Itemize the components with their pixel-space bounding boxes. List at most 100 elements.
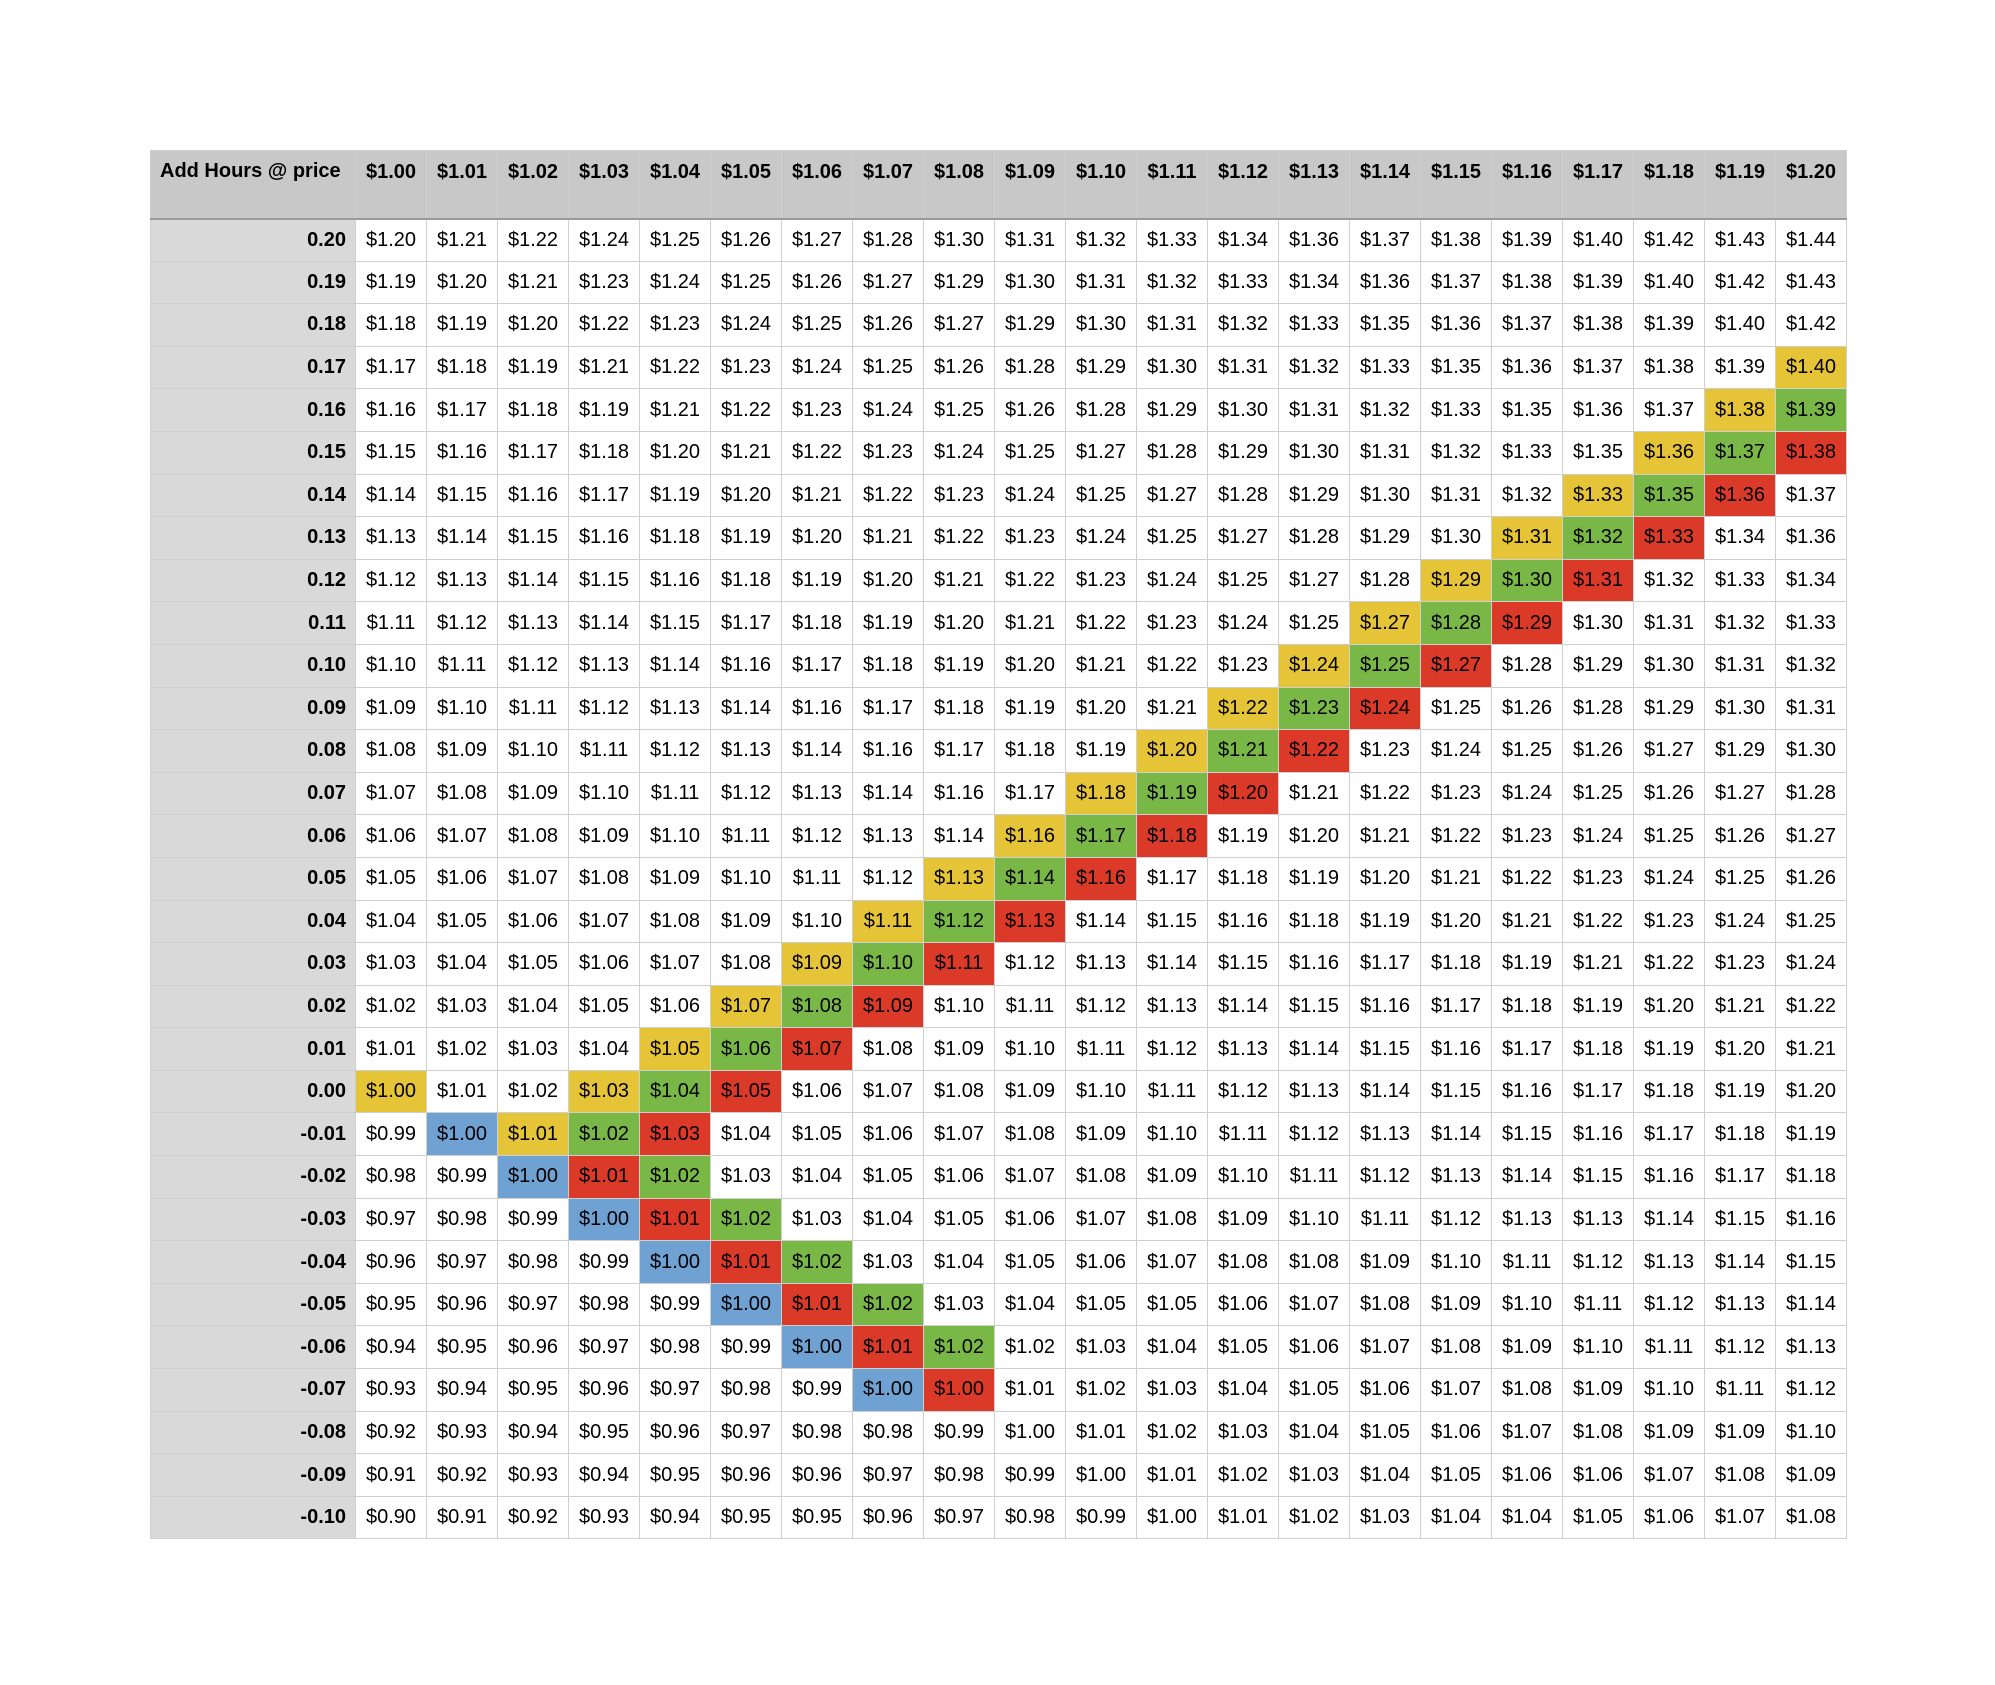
table-cell[interactable]: $1.31 xyxy=(1775,686,1847,731)
table-cell[interactable]: $1.06 xyxy=(1065,1240,1137,1284)
table-cell[interactable]: $1.33 xyxy=(1278,303,1350,347)
table-cell[interactable]: $0.95 xyxy=(639,1453,711,1497)
table-cell[interactable]: $1.13 xyxy=(994,899,1066,944)
table-cell[interactable]: $1.13 xyxy=(1562,1197,1634,1242)
table-cell[interactable]: $1.38 xyxy=(1562,303,1634,347)
table-cell[interactable]: $1.31 xyxy=(1349,430,1421,475)
table-cell[interactable]: $1.19 xyxy=(1349,899,1421,944)
table-cell[interactable]: $1.06 xyxy=(1278,1325,1350,1370)
table-cell[interactable]: $1.04 xyxy=(1349,1453,1421,1497)
table-cell[interactable]: $1.13 xyxy=(710,729,782,773)
table-cell[interactable]: $1.04 xyxy=(426,942,498,986)
table-cell[interactable]: $1.22 xyxy=(1349,771,1421,816)
table-cell[interactable]: $1.19 xyxy=(1065,729,1137,773)
table-cell[interactable]: $1.16 xyxy=(1775,1197,1847,1242)
table-cell[interactable]: $1.25 xyxy=(1136,516,1208,560)
table-cell[interactable]: $1.40 xyxy=(1633,260,1705,305)
table-cell[interactable]: $1.33 xyxy=(1349,345,1421,390)
table-cell[interactable]: $0.94 xyxy=(426,1368,498,1412)
table-cell[interactable]: $1.11 xyxy=(1349,1197,1421,1242)
table-cell[interactable]: $1.10 xyxy=(994,1027,1066,1071)
table-cell[interactable]: $1.38 xyxy=(1420,218,1492,262)
table-cell[interactable]: $1.07 xyxy=(710,984,782,1029)
table-cell[interactable]: $1.25 xyxy=(710,260,782,305)
table-cell[interactable]: $1.14 xyxy=(497,558,569,603)
table-cell[interactable]: $1.25 xyxy=(1065,473,1137,518)
table-cell[interactable]: $1.21 xyxy=(568,345,640,390)
table-cell[interactable]: $1.37 xyxy=(1349,218,1421,262)
table-cell[interactable]: $0.92 xyxy=(355,1410,427,1455)
table-cell[interactable]: $1.25 xyxy=(852,345,924,390)
table-cell[interactable]: $1.35 xyxy=(1633,473,1705,518)
table-cell[interactable]: $1.11 xyxy=(710,814,782,858)
table-cell[interactable]: $1.10 xyxy=(1562,1325,1634,1370)
table-cell[interactable]: $1.14 xyxy=(1065,899,1137,944)
column-header[interactable]: $1.00 xyxy=(355,150,427,220)
table-cell[interactable]: $1.24 xyxy=(852,388,924,432)
row-header[interactable]: 0.05 xyxy=(150,856,356,901)
table-cell[interactable]: $1.12 xyxy=(1136,1027,1208,1071)
table-cell[interactable]: $1.07 xyxy=(781,1027,853,1071)
column-header[interactable]: $1.14 xyxy=(1349,150,1421,220)
row-header[interactable]: 0.10 xyxy=(150,643,356,688)
table-cell[interactable]: $1.29 xyxy=(994,303,1066,347)
table-cell[interactable]: $1.18 xyxy=(568,430,640,475)
table-cell[interactable]: $1.03 xyxy=(568,1069,640,1114)
table-cell[interactable]: $0.98 xyxy=(639,1325,711,1370)
table-cell[interactable]: $1.36 xyxy=(1491,345,1563,390)
table-cell[interactable]: $1.22 xyxy=(994,558,1066,603)
table-cell[interactable]: $1.19 xyxy=(781,558,853,603)
table-cell[interactable]: $0.95 xyxy=(568,1410,640,1455)
table-cell[interactable]: $1.23 xyxy=(1491,814,1563,858)
table-cell[interactable]: $1.24 xyxy=(568,218,640,262)
row-header[interactable]: 0.16 xyxy=(150,388,356,432)
table-cell[interactable]: $1.39 xyxy=(1562,260,1634,305)
table-cell[interactable]: $1.01 xyxy=(355,1027,427,1071)
table-cell[interactable]: $1.33 xyxy=(1136,218,1208,262)
table-cell[interactable]: $1.12 xyxy=(1562,1240,1634,1284)
table-cell[interactable]: $1.04 xyxy=(568,1027,640,1071)
table-cell[interactable]: $1.03 xyxy=(1349,1495,1421,1540)
table-cell[interactable]: $1.29 xyxy=(1704,729,1776,773)
table-cell[interactable]: $1.18 xyxy=(781,601,853,645)
table-cell[interactable]: $0.91 xyxy=(426,1495,498,1540)
row-header[interactable]: 0.08 xyxy=(150,729,356,773)
table-cell[interactable]: $1.13 xyxy=(852,814,924,858)
table-cell[interactable]: $1.28 xyxy=(994,345,1066,390)
table-cell[interactable]: $1.36 xyxy=(1704,473,1776,518)
table-cell[interactable]: $0.97 xyxy=(426,1240,498,1284)
table-cell[interactable]: $1.20 xyxy=(639,430,711,475)
row-header[interactable]: 0.17 xyxy=(150,345,356,390)
table-cell[interactable]: $1.32 xyxy=(1633,558,1705,603)
table-cell[interactable]: $1.40 xyxy=(1775,345,1847,390)
table-cell[interactable]: $1.26 xyxy=(1562,729,1634,773)
table-cell[interactable]: $1.40 xyxy=(1562,218,1634,262)
table-cell[interactable]: $1.07 xyxy=(426,814,498,858)
table-cell[interactable]: $1.03 xyxy=(923,1282,995,1327)
table-cell[interactable]: $1.27 xyxy=(852,260,924,305)
table-cell[interactable]: $1.25 xyxy=(1207,558,1279,603)
table-cell[interactable]: $1.22 xyxy=(1136,643,1208,688)
table-cell[interactable]: $1.10 xyxy=(568,771,640,816)
table-cell[interactable]: $1.17 xyxy=(852,686,924,731)
table-cell[interactable]: $0.97 xyxy=(497,1282,569,1327)
table-cell[interactable]: $1.14 xyxy=(1775,1282,1847,1327)
table-cell[interactable]: $1.09 xyxy=(781,942,853,986)
table-cell[interactable]: $1.05 xyxy=(1207,1325,1279,1370)
table-cell[interactable]: $1.22 xyxy=(1420,814,1492,858)
table-cell[interactable]: $1.04 xyxy=(1136,1325,1208,1370)
table-cell[interactable]: $1.10 xyxy=(852,942,924,986)
table-cell[interactable]: $1.16 xyxy=(639,558,711,603)
table-cell[interactable]: $1.05 xyxy=(1420,1453,1492,1497)
table-cell[interactable]: $0.98 xyxy=(497,1240,569,1284)
table-cell[interactable]: $1.23 xyxy=(1633,899,1705,944)
table-cell[interactable]: $0.98 xyxy=(355,1155,427,1199)
table-cell[interactable]: $1.34 xyxy=(1207,218,1279,262)
table-cell[interactable]: $0.98 xyxy=(923,1453,995,1497)
table-cell[interactable]: $1.18 xyxy=(639,516,711,560)
table-cell[interactable]: $1.16 xyxy=(1207,899,1279,944)
table-cell[interactable]: $1.16 xyxy=(426,430,498,475)
table-cell[interactable]: $1.11 xyxy=(497,686,569,731)
table-cell[interactable]: $1.33 xyxy=(1633,516,1705,560)
table-cell[interactable]: $1.08 xyxy=(568,856,640,901)
